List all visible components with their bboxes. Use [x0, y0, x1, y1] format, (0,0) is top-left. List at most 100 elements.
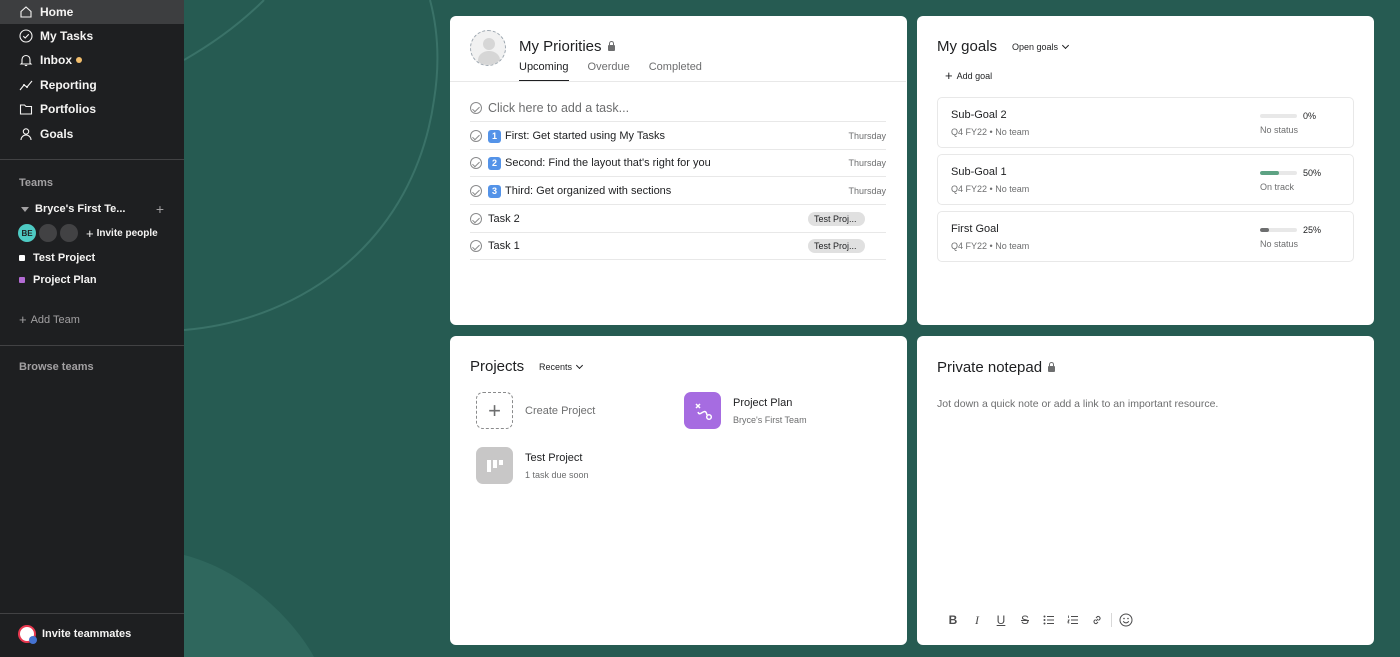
goal-card[interactable]: Sub-Goal 1 Q4 FY22 • No team 50% On trac…: [937, 154, 1354, 205]
task-due-date: Thursday: [848, 131, 886, 141]
person-icon: [19, 127, 33, 141]
project-color-icon: [19, 255, 25, 261]
sidebar-project-project-plan[interactable]: Project Plan: [19, 272, 97, 288]
sidebar-item-label: Home: [40, 5, 74, 19]
project-tile-project-plan[interactable]: Project Plan Bryce's First Team: [684, 392, 807, 429]
formatting-toolbar: B I U S: [941, 612, 1138, 628]
sidebar-item-inbox[interactable]: Inbox: [0, 48, 184, 72]
goal-percent: 0%: [1303, 111, 1317, 121]
invite-people-button[interactable]: + Invite people: [86, 226, 158, 241]
complete-task-checkbox[interactable]: [470, 130, 482, 142]
sidebar-item-label: My Tasks: [40, 29, 94, 43]
plus-icon[interactable]: +: [156, 201, 164, 217]
project-tile-test-project[interactable]: Test Project 1 task due soon: [476, 447, 589, 484]
underline-icon[interactable]: U: [989, 612, 1013, 628]
tab-completed[interactable]: Completed: [649, 61, 702, 81]
caret-down-icon[interactable]: [21, 206, 29, 212]
project-name: Project Plan: [733, 396, 793, 409]
task-row[interactable]: 3 Third: Get organized with sections Thu…: [470, 178, 886, 205]
private-notepad-card: Private notepad Jot down a quick note or…: [917, 336, 1374, 645]
add-goal-button[interactable]: + Add goal: [945, 68, 992, 83]
sidebar-project-test-project[interactable]: Test Project: [19, 250, 95, 266]
complete-task-checkbox[interactable]: [470, 157, 482, 169]
invite-teammates-button[interactable]: Invite teammates: [18, 625, 131, 644]
task-due-date: Thursday: [848, 158, 886, 168]
project-tag[interactable]: Test Proj...: [808, 212, 865, 226]
sidebar-item-home[interactable]: Home: [0, 0, 184, 24]
italic-icon[interactable]: I: [965, 612, 989, 628]
goal-card[interactable]: First Goal Q4 FY22 • No team 25% No stat…: [937, 211, 1354, 262]
add-team-button[interactable]: + Add Team: [19, 312, 80, 327]
sidebar-item-reporting[interactable]: Reporting: [0, 73, 184, 97]
keycap-number-icon: 3: [488, 184, 501, 198]
goal-name: First Goal: [951, 223, 999, 235]
chevron-down-icon: [575, 361, 584, 369]
notepad-input[interactable]: Jot down a quick note or add a link to a…: [937, 398, 1218, 410]
task-name: Third: Get organized with sections: [505, 185, 672, 197]
goal-name: Sub-Goal 2: [951, 109, 1007, 121]
goal-name: Sub-Goal 1: [951, 166, 1007, 178]
sidebar-item-label: Inbox: [40, 53, 72, 67]
complete-task-checkbox[interactable]: [470, 213, 482, 225]
card-title: My Priorities: [519, 38, 615, 55]
goal-percent: 25%: [1303, 225, 1322, 235]
card-title: My goals: [937, 38, 998, 55]
add-team-label: Add Team: [30, 313, 80, 326]
task-row[interactable]: Task 2 Test Proj...: [470, 206, 886, 233]
create-project-button[interactable]: + Create Project: [476, 392, 595, 429]
journey-icon: [684, 392, 721, 429]
add-task-row[interactable]: Click here to add a task...: [470, 95, 886, 122]
background-decoration: [184, 0, 450, 657]
sidebar-item-my-tasks[interactable]: My Tasks: [0, 24, 184, 48]
divider: [0, 159, 184, 160]
task-row[interactable]: Task 1 Test Proj...: [470, 233, 886, 260]
project-color-icon: [19, 277, 25, 283]
project-tag[interactable]: Test Proj...: [808, 239, 865, 253]
task-row[interactable]: 2 Second: Find the layout that's right f…: [470, 150, 886, 177]
avatar-placeholder: [60, 224, 78, 242]
goal-progress-fill: [1260, 171, 1279, 175]
folder-icon: [19, 102, 33, 116]
sidebar-item-portfolios[interactable]: Portfolios: [0, 97, 184, 121]
create-project-label: Create Project: [525, 404, 596, 417]
team-item[interactable]: Bryce's First Te... +: [19, 201, 164, 217]
projects-card: Projects Recents + Create Project Projec…: [450, 336, 907, 645]
lock-icon: [1048, 361, 1056, 372]
open-goals-dropdown[interactable]: Open goals: [1012, 41, 1070, 52]
goal-status: No status: [1260, 125, 1299, 135]
check-circle-icon: [470, 102, 482, 114]
goal-status: On track: [1260, 182, 1295, 192]
browse-teams-link[interactable]: Browse teams: [19, 361, 94, 373]
task-row[interactable]: 1 First: Get started using My Tasks Thur…: [470, 123, 886, 150]
separator: •: [989, 127, 993, 137]
user-avatar[interactable]: [470, 30, 506, 66]
avatar[interactable]: BE: [18, 224, 36, 242]
task-name: Second: Find the layout that's right for…: [505, 157, 711, 169]
bulleted-list-icon[interactable]: [1037, 612, 1061, 628]
home-icon: [19, 5, 33, 19]
goal-card[interactable]: Sub-Goal 2 Q4 FY22 • No team 0% No statu…: [937, 97, 1354, 148]
recents-dropdown[interactable]: Recents: [539, 361, 584, 372]
complete-task-checkbox[interactable]: [470, 240, 482, 252]
goal-progress-bar: [1260, 171, 1297, 175]
project-label: Test Project: [33, 252, 96, 264]
project-name: Test Project: [525, 451, 583, 464]
goal-meta: Q4 FY22 • No team: [951, 241, 1029, 251]
sidebar-item-label: Portfolios: [40, 102, 96, 116]
project-subtitle: Bryce's First Team: [733, 414, 807, 425]
plus-icon: +: [945, 68, 953, 83]
goal-team: No team: [995, 127, 1030, 137]
strikethrough-icon[interactable]: S: [1013, 612, 1037, 628]
emoji-icon[interactable]: [1114, 612, 1138, 628]
complete-task-checkbox[interactable]: [470, 185, 482, 197]
priorities-tabs: Upcoming Overdue Completed: [519, 61, 721, 81]
link-icon[interactable]: [1085, 612, 1109, 628]
notepad-title: Private notepad: [937, 359, 1043, 376]
sidebar-item-goals[interactable]: Goals: [0, 122, 184, 146]
bold-icon[interactable]: B: [941, 612, 965, 628]
tab-upcoming[interactable]: Upcoming: [519, 61, 569, 81]
add-goal-label: Add goal: [956, 70, 993, 81]
keycap-number-icon: 1: [488, 129, 501, 143]
numbered-list-icon[interactable]: [1061, 612, 1085, 628]
tab-overdue[interactable]: Overdue: [588, 61, 630, 81]
